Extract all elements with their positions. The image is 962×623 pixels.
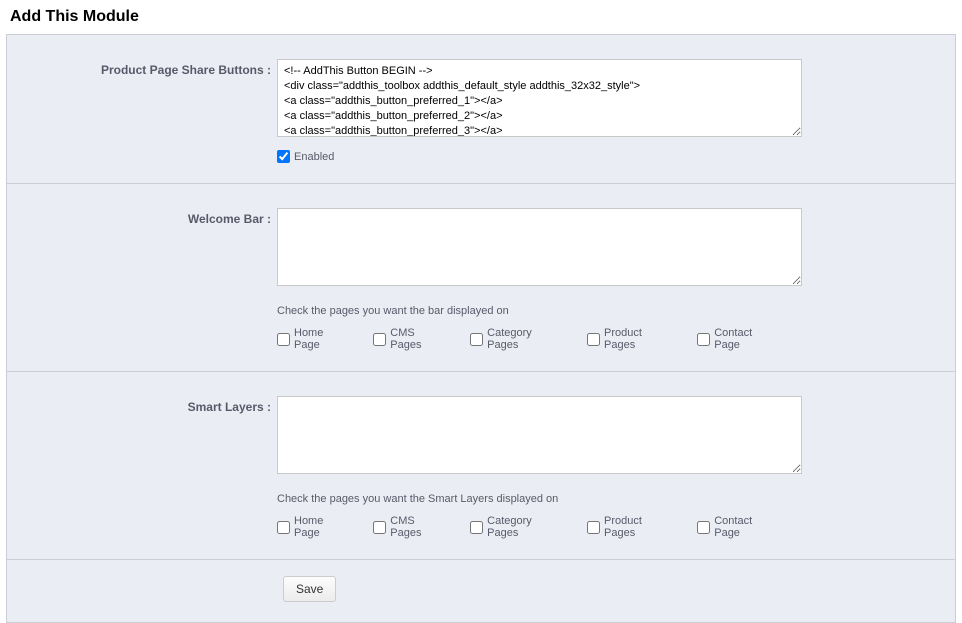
smart-layers-checkbox-home[interactable] <box>277 521 290 534</box>
smart-layers-option-home[interactable]: Home Page <box>277 515 351 539</box>
welcome-bar-checkbox-product[interactable] <box>587 333 600 346</box>
welcome-bar-option-label: Contact Page <box>714 327 780 351</box>
welcome-bar-option-label: CMS Pages <box>390 327 448 351</box>
product-share-textarea[interactable] <box>277 59 802 137</box>
welcome-bar-options: Home Page CMS Pages Category Pages Produ… <box>277 327 802 351</box>
smart-layers-checkbox-contact[interactable] <box>697 521 710 534</box>
smart-layers-option-label: CMS Pages <box>390 515 448 539</box>
smart-layers-option-contact[interactable]: Contact Page <box>697 515 780 539</box>
smart-layers-option-label: Product Pages <box>604 515 675 539</box>
welcome-bar-option-label: Product Pages <box>604 327 675 351</box>
save-section: Save <box>7 559 955 622</box>
welcome-bar-label: Welcome Bar : <box>7 208 277 228</box>
welcome-bar-option-contact[interactable]: Contact Page <box>697 327 780 351</box>
smart-layers-help: Check the pages you want the Smart Layer… <box>277 493 802 505</box>
save-button[interactable]: Save <box>283 576 336 602</box>
smart-layers-options: Home Page CMS Pages Category Pages Produ… <box>277 515 802 539</box>
welcome-bar-checkbox-category[interactable] <box>470 333 483 346</box>
welcome-bar-option-category[interactable]: Category Pages <box>470 327 565 351</box>
welcome-bar-option-label: Home Page <box>294 327 351 351</box>
section-smart-layers: Smart Layers : Check the pages you want … <box>7 371 955 559</box>
smart-layers-option-label: Category Pages <box>487 515 565 539</box>
settings-panel: Product Page Share Buttons : Enabled Wel… <box>6 34 956 623</box>
smart-layers-checkbox-cms[interactable] <box>373 521 386 534</box>
section-product-share: Product Page Share Buttons : Enabled <box>7 35 955 183</box>
welcome-bar-option-label: Category Pages <box>487 327 565 351</box>
smart-layers-option-label: Home Page <box>294 515 351 539</box>
welcome-bar-checkbox-home[interactable] <box>277 333 290 346</box>
product-share-label: Product Page Share Buttons : <box>7 59 277 79</box>
smart-layers-label: Smart Layers : <box>7 396 277 416</box>
smart-layers-option-category[interactable]: Category Pages <box>470 515 565 539</box>
section-welcome-bar: Welcome Bar : Check the pages you want t… <box>7 183 955 371</box>
welcome-bar-option-home[interactable]: Home Page <box>277 327 351 351</box>
welcome-bar-checkbox-contact[interactable] <box>697 333 710 346</box>
smart-layers-textarea[interactable] <box>277 396 802 474</box>
smart-layers-option-label: Contact Page <box>714 515 780 539</box>
product-share-enabled-checkbox[interactable] <box>277 150 290 163</box>
smart-layers-checkbox-product[interactable] <box>587 521 600 534</box>
product-share-enabled-label[interactable]: Enabled <box>294 151 334 163</box>
welcome-bar-checkbox-cms[interactable] <box>373 333 386 346</box>
welcome-bar-textarea[interactable] <box>277 208 802 286</box>
smart-layers-option-cms[interactable]: CMS Pages <box>373 515 448 539</box>
welcome-bar-help: Check the pages you want the bar display… <box>277 305 802 317</box>
welcome-bar-option-product[interactable]: Product Pages <box>587 327 675 351</box>
page-title: Add This Module <box>10 8 962 26</box>
smart-layers-option-product[interactable]: Product Pages <box>587 515 675 539</box>
welcome-bar-option-cms[interactable]: CMS Pages <box>373 327 448 351</box>
smart-layers-checkbox-category[interactable] <box>470 521 483 534</box>
